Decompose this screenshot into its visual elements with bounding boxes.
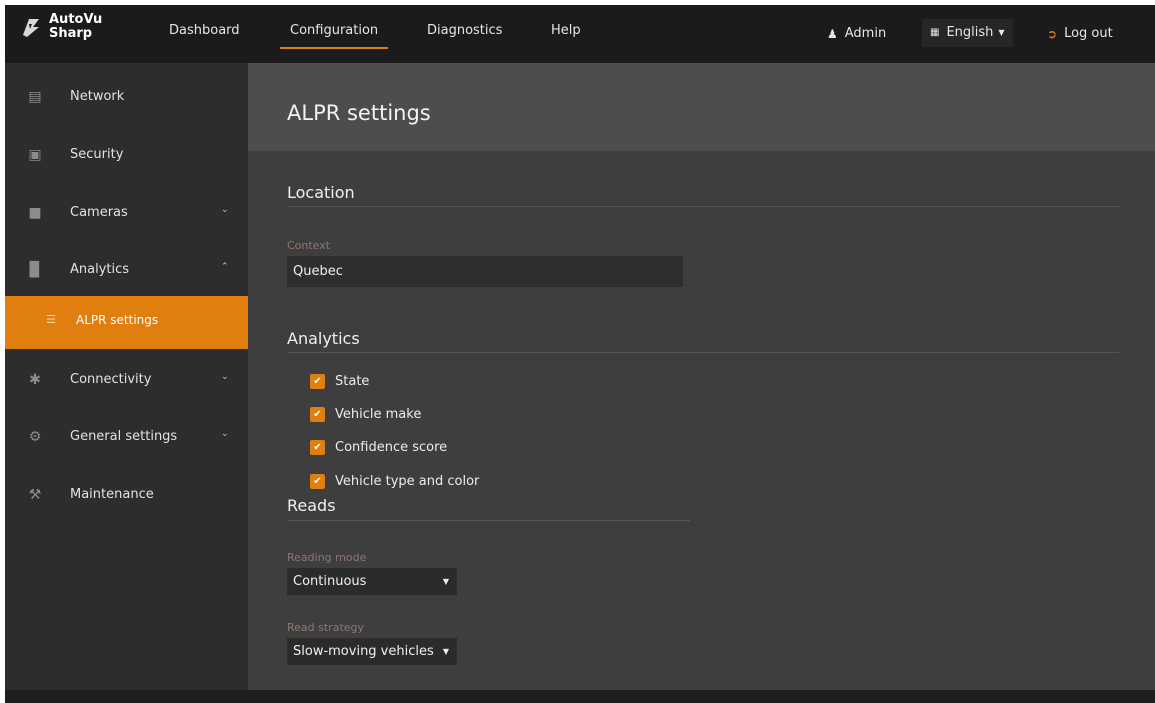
app-window: AutoVu Sharp Dashboard Configuration Dia… — [5, 5, 1155, 703]
logout-label: Log out — [1064, 26, 1113, 41]
checkmark-icon: ✔ — [310, 439, 325, 455]
sidebar-item-label: Maintenance — [70, 487, 154, 502]
section-title-location: Location — [287, 183, 355, 202]
checkbox-label: State — [335, 373, 370, 389]
sidebar-item-network[interactable]: ▤ Network — [5, 75, 248, 127]
autovu-logo-icon — [23, 19, 39, 37]
brand-name-line1: AutoVu — [49, 12, 103, 27]
nav-diagnostics[interactable]: Diagnostics — [427, 5, 502, 63]
section-divider — [287, 352, 1119, 353]
sidebar-item-security[interactable]: ▣ Security — [5, 133, 248, 185]
sidebar-item-label: General settings — [70, 429, 178, 444]
sidebar-item-alpr-settings[interactable]: ☰ ALPR settings — [5, 296, 248, 349]
sidebar-item-analytics[interactable]: ▉ Analytics ⌃ — [5, 248, 248, 300]
network-icon: ▤ — [28, 89, 42, 105]
language-icon: ▦ — [930, 27, 940, 38]
checkmark-icon: ✔ — [310, 373, 325, 389]
section-divider — [287, 520, 690, 521]
section-title-analytics: Analytics — [287, 329, 360, 348]
reading-mode-label: Reading mode — [287, 551, 367, 564]
language-selector[interactable]: ▦ English ▼ — [922, 19, 1013, 47]
checkbox-label: Vehicle make — [335, 406, 422, 422]
user-name: Admin — [844, 26, 887, 41]
logout-icon: ➲ — [1047, 27, 1058, 41]
checkbox-vehicle-type-and-color[interactable]: ✔ Vehicle type and color — [310, 471, 479, 491]
sidebar: ▤ Network ▣ Security ■ Cameras ⌄ ▉ Analy… — [5, 63, 248, 690]
reading-mode-value: Continuous — [293, 574, 367, 589]
read-strategy-value: Slow-moving vehicles — [293, 644, 434, 659]
checkbox-label: Vehicle type and color — [335, 473, 480, 489]
brand-name-line2: Sharp — [49, 26, 93, 41]
language-value: English — [946, 25, 994, 40]
user-icon: ♟ — [827, 27, 838, 41]
footer-bar — [5, 690, 1155, 703]
sidebar-item-label: Security — [70, 147, 124, 162]
chevron-down-icon: ⌄ — [221, 372, 229, 382]
checkbox-vehicle-make[interactable]: ✔ Vehicle make — [310, 404, 421, 424]
sidebar-item-connectivity[interactable]: ✱ Connectivity ⌄ — [5, 358, 248, 410]
gear-icon: ⚙ — [28, 429, 42, 445]
connectivity-icon: ✱ — [29, 372, 41, 388]
caret-down-icon: ▼ — [998, 28, 1005, 37]
sidebar-item-general-settings[interactable]: ⚙ General settings ⌄ — [5, 415, 248, 467]
nav-help[interactable]: Help — [551, 5, 581, 63]
sidebar-item-maintenance[interactable]: ⚒ Maintenance — [5, 473, 248, 525]
context-label: Context — [287, 239, 331, 252]
security-icon: ▣ — [28, 147, 42, 163]
chevron-down-icon: ⌄ — [221, 205, 229, 215]
analytics-icon: ▉ — [29, 262, 41, 278]
page-header: ALPR settings — [248, 63, 1155, 151]
nav-dashboard[interactable]: Dashboard — [169, 5, 240, 63]
logout-button[interactable]: ➲ Log out — [1047, 5, 1113, 63]
read-strategy-label: Read strategy — [287, 621, 365, 634]
top-navigation-bar: AutoVu Sharp Dashboard Configuration Dia… — [5, 5, 1155, 63]
sidebar-item-label: Network — [70, 89, 125, 104]
caret-down-icon: ▼ — [442, 647, 449, 656]
chevron-down-icon: ⌄ — [221, 429, 229, 439]
brand-logo[interactable]: AutoVu Sharp — [19, 13, 102, 41]
section-divider — [287, 206, 1119, 207]
section-title-reads: Reads — [287, 496, 336, 515]
brand-name: AutoVu Sharp — [49, 13, 102, 41]
checkbox-label: Confidence score — [335, 439, 448, 455]
page-title: ALPR settings — [287, 101, 431, 125]
chevron-up-icon: ⌃ — [221, 262, 229, 272]
checkbox-confidence-score[interactable]: ✔ Confidence score — [310, 437, 447, 457]
sidebar-item-label: Connectivity — [70, 372, 152, 387]
sidebar-item-label: ALPR settings — [76, 313, 159, 327]
reading-mode-select[interactable]: Continuous ▼ — [287, 568, 457, 595]
sliders-icon: ☰ — [46, 313, 56, 326]
checkmark-icon: ✔ — [310, 473, 325, 489]
main-content: ALPR settings Location Context Analytics… — [248, 63, 1155, 690]
sidebar-item-label: Cameras — [70, 205, 128, 220]
sidebar-item-cameras[interactable]: ■ Cameras ⌄ — [5, 191, 248, 243]
caret-down-icon: ▼ — [442, 577, 449, 586]
camera-icon: ■ — [28, 205, 42, 221]
nav-configuration[interactable]: Configuration — [279, 5, 389, 63]
read-strategy-select[interactable]: Slow-moving vehicles ▼ — [287, 638, 457, 665]
checkbox-state[interactable]: ✔ State — [310, 371, 369, 391]
context-input[interactable] — [287, 256, 683, 287]
checkmark-icon: ✔ — [310, 406, 325, 422]
sidebar-item-label: Analytics — [70, 262, 130, 277]
user-menu[interactable]: ♟ Admin — [827, 5, 886, 63]
wrench-icon: ⚒ — [28, 487, 42, 503]
